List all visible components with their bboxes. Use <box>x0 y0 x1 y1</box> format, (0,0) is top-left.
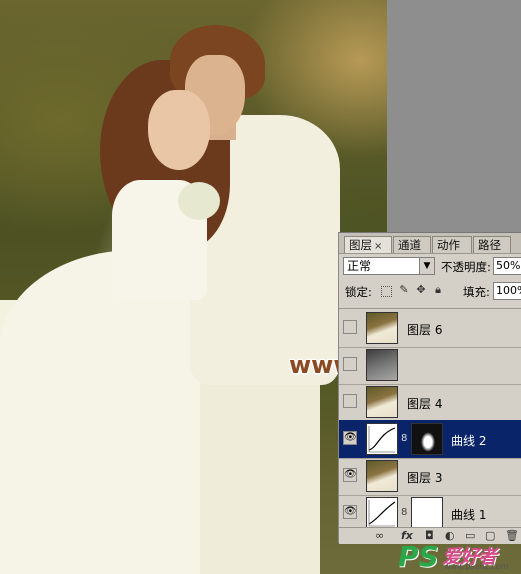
logo-ps-text: PS <box>398 540 439 573</box>
link-layers-icon[interactable]: ∞ <box>375 529 384 542</box>
layers-panel: 图层 × 通道 动作 路径 正常 ▼ 不透明度: 50% 锁定: ✎ ✥ 🔒︎ 填… <box>338 232 521 544</box>
layer-name: 图层 6 <box>407 323 443 337</box>
visibility-toggle[interactable] <box>343 357 357 371</box>
layer-mask-thumbnail[interactable] <box>411 497 443 528</box>
fill-label: 填充: <box>463 285 490 299</box>
blend-mode-value: 正常 <box>347 259 372 273</box>
layer-thumbnail <box>366 460 398 492</box>
layer-name: 图层 4 <box>407 397 443 411</box>
wrist-corsage <box>178 182 220 220</box>
layer-row-selected[interactable]: 👁︎ 8 曲线 2 <box>339 420 521 459</box>
chain-link-icon[interactable]: 8 <box>401 507 407 518</box>
eye-icon[interactable]: 👁︎ <box>343 468 357 482</box>
lock-move-icon[interactable]: ✥ <box>415 284 427 296</box>
panel-bottom-toolbar: ∞ fx ◘ ◐ ▭ ▢ 🗑︎ <box>339 527 521 544</box>
add-mask-icon[interactable]: ◘ <box>425 529 434 542</box>
bride-face <box>148 90 210 170</box>
layer-thumbnail <box>366 349 398 381</box>
eye-icon[interactable]: 👁︎ <box>343 431 357 445</box>
panel-tabs: 图层 × 通道 动作 路径 <box>339 233 521 254</box>
layer-name: 曲线 2 <box>451 434 487 448</box>
tab-layers-label: 图层 <box>349 238 372 252</box>
layer-row[interactable]: 图层 4 <box>339 383 521 422</box>
visibility-toggle[interactable] <box>343 320 357 334</box>
close-icon[interactable]: × <box>374 241 382 252</box>
lock-label: 锁定: <box>345 285 372 299</box>
layer-name: 图层 3 <box>407 471 443 485</box>
layer-row[interactable]: 👁︎ 8 曲线 1 <box>339 494 521 528</box>
eye-icon[interactable]: 👁︎ <box>343 505 357 519</box>
tab-layers[interactable]: 图层 × <box>344 236 392 253</box>
layer-list: 图层 6 图层 4 👁︎ 8 曲线 2 👁︎ 图层 3 👁︎ 8 曲线 1 <box>339 308 521 528</box>
tab-paths[interactable]: 路径 <box>473 236 511 253</box>
tab-actions[interactable]: 动作 <box>432 236 472 253</box>
canvas-background-area <box>387 0 521 232</box>
opacity-input[interactable]: 50% <box>493 257 521 275</box>
opacity-label: 不透明度: <box>441 260 491 274</box>
layer-row[interactable]: 👁︎ 图层 3 <box>339 457 521 496</box>
chain-link-icon[interactable]: 8 <box>401 433 407 444</box>
dropdown-arrow-icon[interactable]: ▼ <box>419 258 434 274</box>
layer-mask-thumbnail[interactable] <box>411 423 443 455</box>
groom-trousers <box>200 360 320 574</box>
layer-row[interactable] <box>339 346 521 385</box>
ps-lovers-logo: PS 爱好者 www.psahz.com <box>398 540 520 573</box>
tab-channels[interactable]: 通道 <box>393 236 431 253</box>
lock-brush-icon[interactable]: ✎ <box>398 284 410 296</box>
trash-icon[interactable]: 🗑︎ <box>505 529 519 542</box>
curves-adjustment-icon <box>366 497 398 528</box>
group-folder-icon[interactable]: ▭ <box>465 529 475 542</box>
logo-url-text: www.psahz.com <box>444 562 509 571</box>
fill-input[interactable]: 100% <box>493 282 521 300</box>
layer-name: 曲线 1 <box>451 508 487 522</box>
curve-graph-icon <box>368 426 396 453</box>
new-layer-icon[interactable]: ▢ <box>485 529 495 542</box>
lock-transparent-icon[interactable] <box>381 286 392 297</box>
fx-icon[interactable]: fx <box>401 529 413 542</box>
adjustment-layer-icon[interactable]: ◐ <box>445 529 455 542</box>
layer-row[interactable]: 图层 6 <box>339 309 521 348</box>
curves-adjustment-icon <box>366 423 398 455</box>
curve-graph-icon <box>368 500 396 527</box>
visibility-toggle[interactable] <box>343 394 357 408</box>
lock-all-icon[interactable]: 🔒︎ <box>432 284 444 296</box>
layer-thumbnail <box>366 312 398 344</box>
layer-thumbnail <box>366 386 398 418</box>
blend-mode-select[interactable]: 正常 ▼ <box>343 257 435 275</box>
